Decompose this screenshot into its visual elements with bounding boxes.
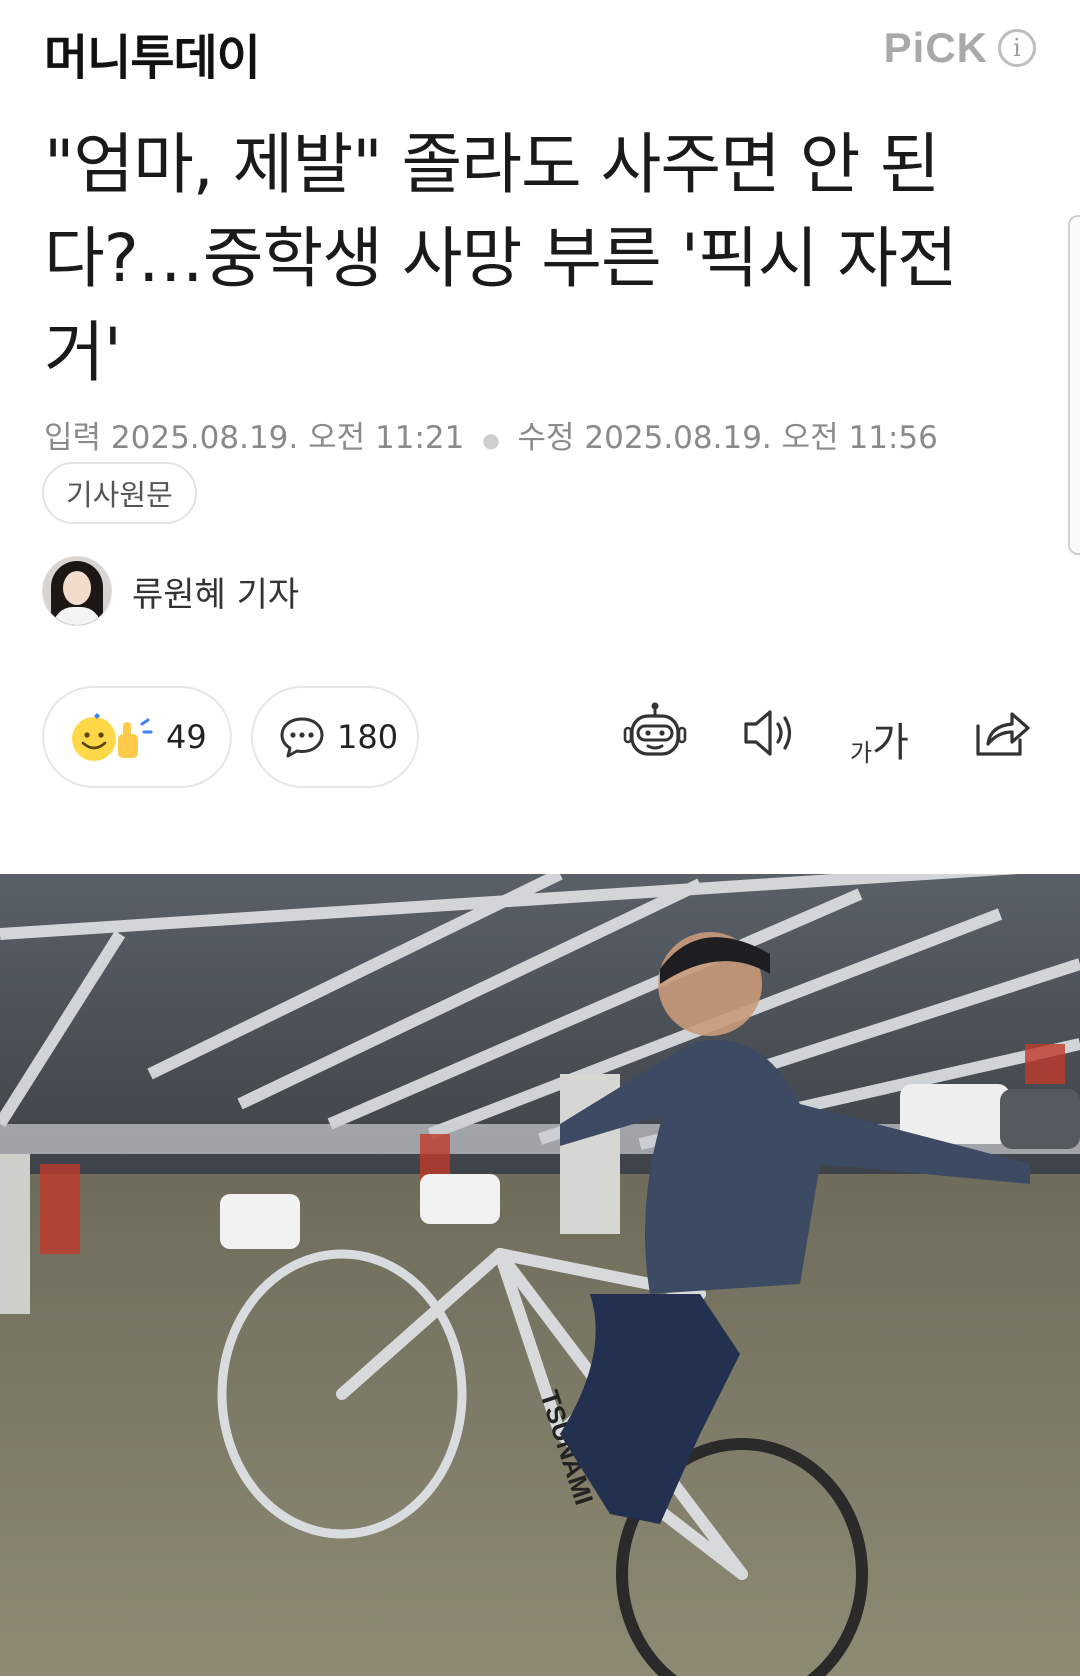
reporter-info[interactable]: 류원혜 기자 <box>42 556 299 626</box>
article-meta: 입력 2025.08.19. 오전 11:21 ● 수정 2025.08.19.… <box>44 412 938 457</box>
fixie-bike-rider-image: TSUNAMI <box>0 874 1080 1676</box>
meta-separator: ● <box>482 427 500 452</box>
reporter-avatar[interactable] <box>42 556 112 626</box>
edit-datetime: 2025.08.19. 오전 11:56 <box>584 420 938 456</box>
input-label: 입력 <box>44 420 102 456</box>
reaction-icon <box>72 713 153 761</box>
article-photo[interactable]: TSUNAMI <box>0 874 1080 1676</box>
pick-badge[interactable]: PiCK i <box>884 24 1036 72</box>
publisher-logo[interactable]: 머니투데이 <box>44 18 261 88</box>
edit-label: 수정 <box>517 420 575 456</box>
scrollbar[interactable] <box>1068 215 1080 555</box>
comment-button[interactable]: 180 <box>251 686 419 788</box>
comment-count: 180 <box>337 718 399 756</box>
info-icon[interactable]: i <box>998 29 1036 67</box>
pick-label: PiCK <box>883 24 988 71</box>
reporter-name[interactable]: 류원혜 기자 <box>132 567 299 616</box>
speaker-icon[interactable] <box>738 700 804 766</box>
share-icon[interactable] <box>968 700 1034 766</box>
font-size-icon[interactable]: 가 가 <box>850 710 909 768</box>
reaction-button[interactable]: 49 <box>42 686 232 788</box>
robot-summary-icon[interactable] <box>622 700 688 766</box>
original-article-button[interactable]: 기사원문 <box>42 462 197 524</box>
font-size-big-label: 가 <box>872 720 909 766</box>
font-size-small-label: 가 <box>850 739 873 767</box>
input-datetime: 2025.08.19. 오전 11:21 <box>110 420 465 456</box>
comment-icon <box>280 717 324 758</box>
reaction-count: 49 <box>166 718 207 756</box>
article-headline: "엄마, 제발" 졸라도 사주면 안 된다?…중학생 사망 부른 '픽시 자전거… <box>44 126 958 391</box>
